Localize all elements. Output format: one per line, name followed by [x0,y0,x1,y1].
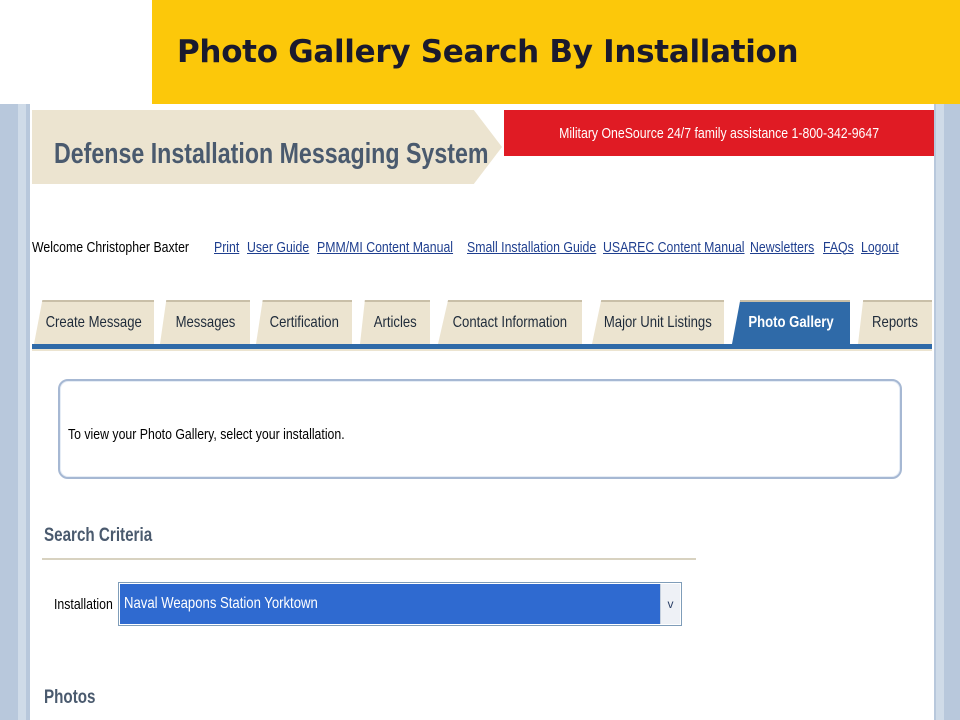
user-guide-link[interactable]: User Guide [247,239,309,256]
slide-title: Photo Gallery Search By Installation [177,34,799,70]
info-message-box: To view your Photo Gallery, select your … [58,379,902,479]
brand-header: Defense Installation Messaging System [32,110,502,184]
window-frame-left [0,104,30,720]
slide-title-bar: Photo Gallery Search By Installation [152,0,960,104]
pmm-mi-content-manual-link[interactable]: PMM/MI Content Manual [317,239,453,256]
tab-major-unit-listings[interactable]: Major Unit Listings [592,300,724,344]
tab-reports[interactable]: Reports [858,300,932,344]
small-installation-guide-link[interactable]: Small Installation Guide [467,239,596,256]
brand-title: Defense Installation Messaging System [54,138,489,170]
main-tabs: Create Message Messages Certification Ar… [30,296,934,346]
tab-contact-information[interactable]: Contact Information [438,300,582,344]
onesource-banner: Military OneSource 24/7 family assistanc… [504,110,934,156]
tab-create-message[interactable]: Create Message [34,300,154,344]
installation-selected-value[interactable]: Naval Weapons Station Yorktown [120,584,660,624]
tab-label: Messages [175,314,235,331]
photos-title: Photos [44,687,96,708]
usarec-content-manual-link[interactable]: USAREC Content Manual [603,239,745,256]
tab-label: Articles [373,314,417,331]
print-link[interactable]: Print [214,239,241,256]
app-window: Defense Installation Messaging System Mi… [30,104,934,720]
tab-label: Photo Gallery [748,314,834,331]
nav-links: Print User Guide PMM/MI Content Manual S… [214,239,911,256]
onesource-banner-text: Military OneSource 24/7 family assistanc… [559,124,879,142]
installation-label: Installation [54,596,113,613]
welcome-text: Welcome Christopher Baxter [32,238,190,256]
tab-label: Major Unit Listings [604,314,712,331]
tab-label: Certification [269,314,339,331]
logout-link[interactable]: Logout [861,239,902,256]
user-nav: Welcome Christopher Baxter Print User Gu… [32,237,932,257]
tab-photo-gallery[interactable]: Photo Gallery [732,300,850,344]
section-divider [42,558,696,560]
tab-label: Contact Information [452,314,568,331]
tab-underline-accent [32,349,932,351]
tab-messages[interactable]: Messages [160,300,250,344]
search-criteria-title: Search Criteria [44,525,153,546]
tab-label: Reports [872,314,918,331]
installation-select[interactable]: Naval Weapons Station Yorktown v [118,582,682,626]
newsletters-link[interactable]: Newsletters [750,239,814,256]
faqs-link[interactable]: FAQs [823,239,854,256]
chevron-down-icon[interactable]: v [660,584,680,624]
window-frame-right [934,104,960,720]
tab-articles[interactable]: Articles [360,300,430,344]
info-text: To view your Photo Gallery, select your … [68,426,345,443]
tab-label: Create Message [45,314,143,331]
tab-certification[interactable]: Certification [256,300,352,344]
installation-value-text: Naval Weapons Station Yorktown [124,595,318,612]
